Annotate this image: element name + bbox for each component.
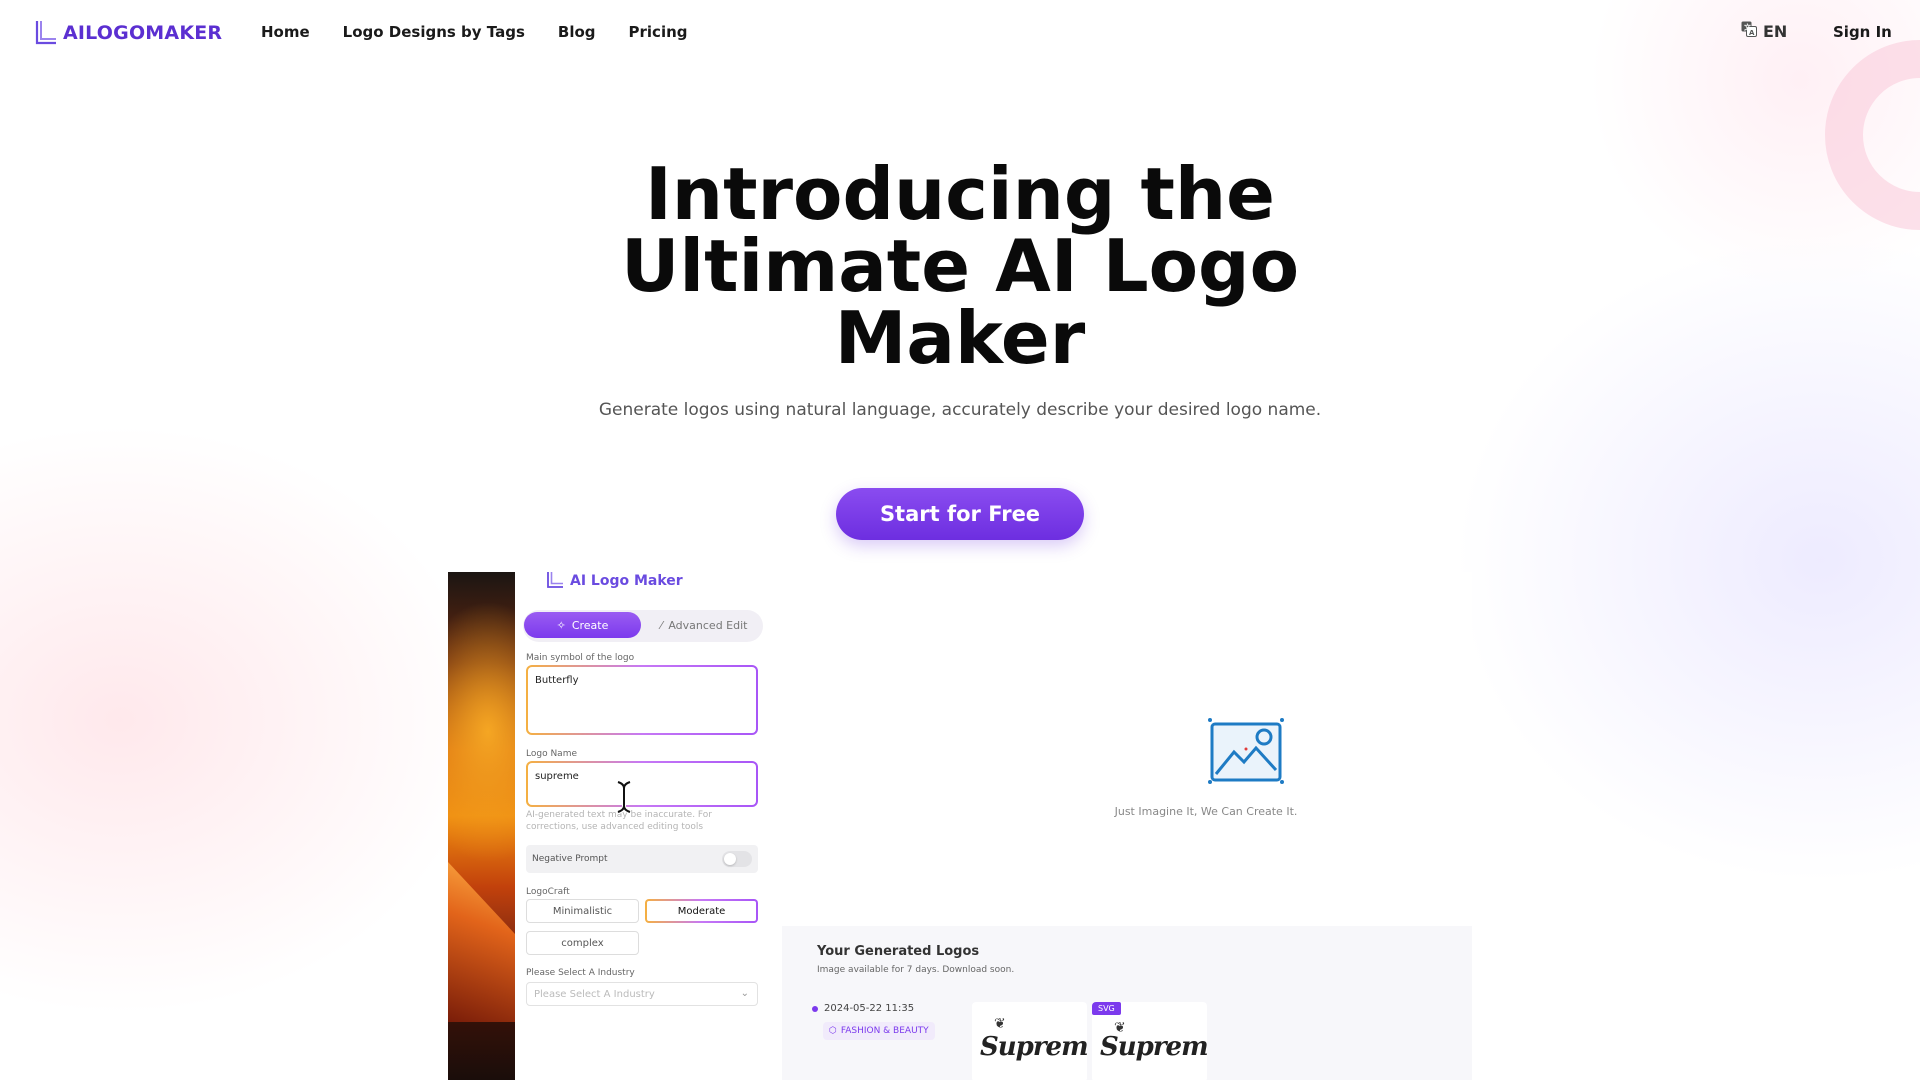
decorative-ring — [1825, 40, 1920, 230]
sign-in-link[interactable]: Sign In — [1833, 23, 1892, 41]
logo-name-input[interactable]: supreme — [526, 761, 758, 807]
logocraft-complex[interactable]: complex — [526, 931, 639, 955]
language-label: EN — [1763, 21, 1788, 41]
generated-logo-thumb[interactable]: ❦ Supreme — [972, 1002, 1087, 1080]
image-placeholder-icon — [1206, 716, 1284, 790]
industry-tag-text: FASHION & BEAUTY — [840, 1026, 929, 1036]
svg-text:A: A — [1749, 29, 1755, 37]
logo-wordmark: Supreme — [1100, 1032, 1207, 1062]
ai-text-hint: AI-generated text may be inaccurate. For… — [526, 810, 712, 832]
generated-title: Your Generated Logos — [817, 944, 980, 959]
brand-mark-icon — [35, 20, 57, 45]
generated-logo-thumb[interactable]: SVG ❦ Supreme — [1092, 1002, 1207, 1080]
app-preview: AI Logo Maker ✧ Create ⁄ Advanced Edit M… — [448, 572, 1472, 1080]
symbol-label: Main symbol of the logo — [526, 653, 635, 663]
industry-label: Please Select A Industry — [526, 968, 635, 978]
desktop-wallpaper — [448, 572, 515, 1080]
generated-logos-section: Your Generated Logos Image available for… — [782, 926, 1472, 1080]
logocraft-label: LogoCraft — [526, 887, 570, 897]
nav-blog[interactable]: Blog — [558, 23, 596, 41]
nav-logo-designs-by-tags[interactable]: Logo Designs by Tags — [343, 23, 525, 41]
generation-date-text: 2024-05-22 11:35 — [824, 1003, 915, 1014]
industry-select[interactable]: Please Select A Industry ⌄ — [526, 982, 758, 1006]
preview-canvas: Just Imagine It, We Can Create It. — [782, 572, 1472, 926]
hero-subtitle: Generate logos using natural language, a… — [598, 400, 1322, 420]
mode-tabs: ✧ Create ⁄ Advanced Edit — [523, 610, 763, 642]
app-brand: AI Logo Maker — [546, 572, 683, 590]
app-brand-name: AI Logo Maker — [570, 573, 683, 589]
tab-create-label: Create — [571, 618, 609, 632]
wallpaper-shape — [448, 862, 515, 1022]
logo-name-label: Logo Name — [526, 749, 577, 759]
hero-title: Introducing the Ultimate AI Logo Maker — [620, 152, 1300, 380]
logo-wordmark: Supreme — [980, 1032, 1087, 1062]
tab-advanced-edit[interactable]: ⁄ Advanced Edit — [654, 612, 754, 638]
create-panel: AI Logo Maker ✧ Create ⁄ Advanced Edit M… — [515, 572, 773, 1080]
logocraft-minimalistic[interactable]: Minimalistic — [526, 899, 639, 923]
sparkle-icon: ✧ — [556, 618, 566, 632]
main-nav: Home Logo Designs by Tags Blog Pricing — [261, 23, 688, 41]
industry-placeholder: Please Select A Industry — [534, 988, 655, 1000]
symbol-input[interactable]: Butterfly — [526, 665, 758, 735]
svg-badge: SVG — [1092, 1002, 1121, 1015]
canvas-caption: Just Imagine It, We Can Create It. — [1114, 805, 1298, 818]
butterfly-icon: ❦ — [994, 1016, 1006, 1032]
tab-create[interactable]: ✧ Create — [524, 612, 641, 638]
industry-tag: ⬡ FASHION & BEAUTY — [823, 1022, 935, 1040]
tag-icon: ⬡ — [829, 1026, 837, 1036]
nav-home[interactable]: Home — [261, 23, 310, 41]
logocraft-moderate[interactable]: Moderate — [645, 899, 758, 923]
generated-subtitle: Image available for 7 days. Download soo… — [817, 965, 1015, 975]
magic-wand-icon: ⁄ — [660, 618, 663, 632]
nav-pricing[interactable]: Pricing — [629, 23, 688, 41]
site-header: AILOGOMAKER Home Logo Designs by Tags Bl… — [0, 0, 1920, 66]
generation-date: 2024-05-22 11:35 — [812, 1003, 914, 1014]
language-switcher[interactable]: 文 A EN — [1741, 21, 1787, 41]
tab-advanced-edit-label: Advanced Edit — [668, 618, 748, 632]
negative-prompt-label: Negative Prompt — [532, 854, 608, 864]
app-brand-mark-icon — [546, 572, 564, 593]
timeline-dot — [812, 1005, 818, 1012]
negative-prompt-row: Negative Prompt — [526, 845, 758, 873]
translate-icon: 文 A — [1741, 21, 1757, 41]
text-cursor-icon — [616, 780, 632, 818]
brand-logo[interactable]: AILOGOMAKER — [35, 20, 222, 45]
chevron-down-icon: ⌄ — [740, 988, 749, 999]
negative-prompt-toggle[interactable] — [722, 851, 752, 867]
brand-name: AILOGOMAKER — [63, 21, 223, 44]
start-for-free-button[interactable]: Start for Free — [836, 488, 1084, 540]
